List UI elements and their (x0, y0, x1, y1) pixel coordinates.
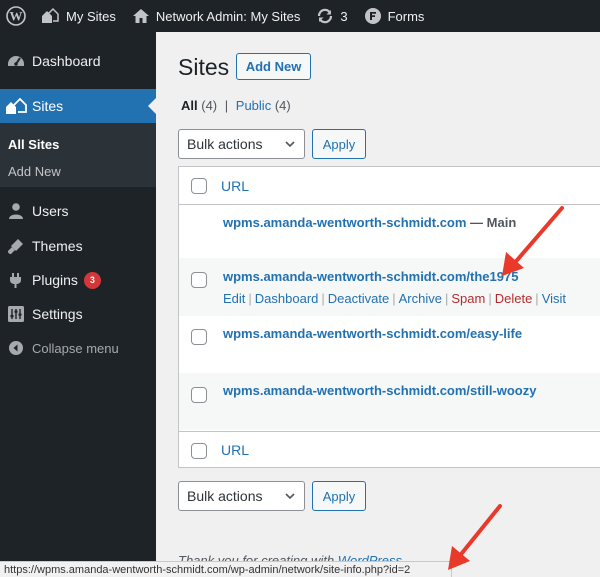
network-admin-menu[interactable]: Network Admin: My Sites (124, 0, 309, 32)
home-icon (132, 9, 149, 23)
network-admin-label: Network Admin: My Sites (155, 8, 301, 24)
my-sites-icon (42, 7, 59, 23)
forms-label: Forms (387, 8, 425, 24)
menu-dashboard[interactable]: Dashboard (0, 44, 156, 78)
table-row: wpms.amanda-wentworth-schmidt.com/easy-l… (179, 316, 600, 373)
svg-text:W: W (10, 9, 23, 24)
menu-plugins[interactable]: Plugins 3 (0, 263, 156, 297)
bulk-actions-select-top[interactable]: Bulk actions (178, 129, 305, 159)
filter-all[interactable]: All (181, 98, 198, 113)
themes-icon (5, 236, 27, 256)
collapse-icon (5, 338, 27, 358)
menu-plugins-label: Plugins (32, 272, 78, 288)
main-content: Sites Add New All (4) | Public (4) Bulk … (156, 32, 600, 577)
menu-settings-label: Settings (32, 306, 83, 322)
site-link[interactable]: wpms.amanda-wentworth-schmidt.com — Main (223, 215, 516, 230)
users-icon (5, 201, 27, 221)
admin-sidebar: Dashboard Sites All Sites Add New Users … (0, 32, 156, 577)
sites-icon (5, 96, 27, 116)
menu-sites[interactable]: Sites (0, 89, 156, 123)
settings-icon (5, 304, 27, 324)
select-all-checkbox-footer[interactable] (191, 443, 207, 459)
site-link[interactable]: wpms.amanda-wentworth-schmidt.com/the197… (223, 269, 518, 284)
site-filters: All (4) | Public (4) (181, 98, 291, 113)
forms-icon (364, 8, 381, 24)
menu-settings[interactable]: Settings (0, 297, 156, 331)
page-title: Sites (178, 54, 230, 80)
annotation-arrow-icon (502, 206, 564, 276)
action-spam[interactable]: Spam (451, 291, 485, 306)
browser-status-bar: https://wpms.amanda-wentworth-schmidt.co… (0, 561, 452, 577)
collapse-menu-button[interactable]: Collapse menu (0, 331, 156, 365)
collapse-menu-label: Collapse menu (32, 340, 119, 356)
select-all-checkbox[interactable] (191, 178, 207, 194)
column-url-footer[interactable]: URL (221, 442, 249, 458)
apply-button-bottom[interactable]: Apply (312, 481, 366, 511)
forms-menu[interactable]: Forms (356, 0, 433, 32)
apply-button-top[interactable]: Apply (312, 129, 366, 159)
action-delete[interactable]: Delete (495, 291, 533, 306)
menu-themes-label: Themes (32, 238, 83, 254)
submenu-all-sites[interactable]: All Sites (8, 137, 59, 152)
bulk-actions-label: Bulk actions (187, 136, 263, 152)
dashboard-icon (5, 51, 27, 71)
annotation-arrow-icon (448, 504, 502, 570)
action-deactivate[interactable]: Deactivate (328, 291, 389, 306)
column-url-header[interactable]: URL (221, 178, 249, 194)
menu-themes[interactable]: Themes (0, 229, 156, 263)
action-dashboard[interactable]: Dashboard (255, 291, 319, 306)
action-visit[interactable]: Visit (542, 291, 566, 306)
updates-icon (318, 8, 333, 24)
menu-dashboard-label: Dashboard (32, 53, 101, 69)
plugins-icon (5, 270, 27, 290)
filter-public[interactable]: Public (236, 98, 271, 113)
bulk-actions-label: Bulk actions (187, 488, 263, 504)
submenu-add-new[interactable]: Add New (8, 164, 61, 179)
chevron-down-icon (285, 141, 295, 148)
menu-users[interactable]: Users (0, 194, 156, 228)
site-link[interactable]: wpms.amanda-wentworth-schmidt.com/easy-l… (223, 326, 522, 341)
action-edit[interactable]: Edit (223, 291, 245, 306)
admin-bar: W My Sites Network Admin: My Sites 3 For… (0, 0, 600, 32)
filter-separator: | (224, 98, 229, 113)
row-checkbox[interactable] (191, 329, 207, 345)
row-checkbox[interactable] (191, 387, 207, 403)
chevron-down-icon (285, 493, 295, 500)
bulk-actions-select-bottom[interactable]: Bulk actions (178, 481, 305, 511)
updates-count: 3 (340, 8, 348, 24)
filter-public-count: (4) (274, 98, 291, 113)
row-actions: Edit | Dashboard | Deactivate | Archive | Spam | D… (223, 291, 567, 306)
row-checkbox[interactable] (191, 272, 207, 288)
status-bar-url: https://wpms.amanda-wentworth-schmidt.co… (4, 563, 411, 576)
plugins-update-badge: 3 (83, 271, 101, 289)
table-row: wpms.amanda-wentworth-schmidt.com/still-… (179, 373, 600, 430)
sites-submenu: All Sites Add New (0, 123, 156, 187)
updates-menu[interactable]: 3 (308, 0, 355, 32)
menu-sites-label: Sites (32, 98, 64, 114)
table-footer: URL (179, 431, 600, 469)
add-new-site-button[interactable]: Add New (236, 53, 311, 80)
my-sites-label: My Sites (66, 8, 116, 24)
filter-all-count: (4) (201, 98, 218, 113)
my-sites-menu[interactable]: My Sites (32, 0, 124, 32)
action-archive[interactable]: Archive (399, 291, 442, 306)
site-link[interactable]: wpms.amanda-wentworth-schmidt.com/still-… (223, 383, 536, 398)
wordpress-logo-icon[interactable]: W (0, 0, 32, 32)
menu-users-label: Users (32, 203, 69, 219)
